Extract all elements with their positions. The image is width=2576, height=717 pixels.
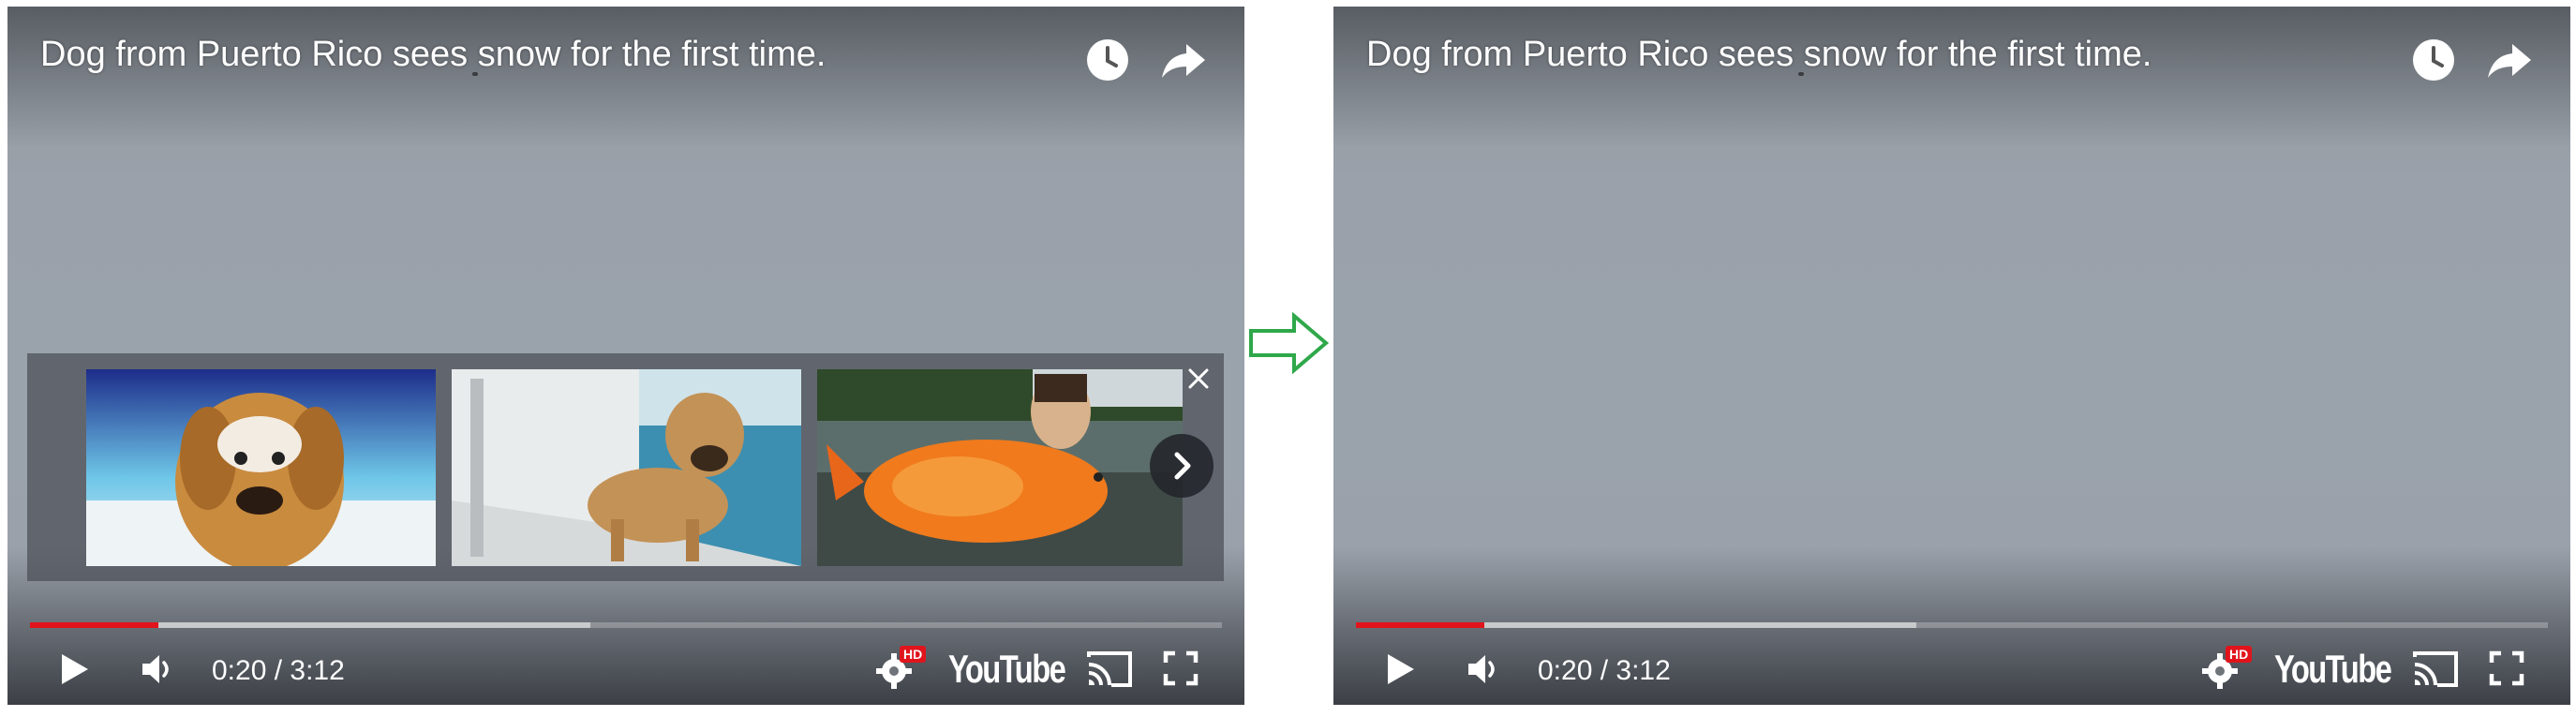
youtube-logo[interactable]: YouTube — [2274, 647, 2392, 692]
suggested-video-thumbnail[interactable] — [452, 369, 801, 566]
progress-bar[interactable] — [30, 622, 1222, 628]
progress-played — [1356, 622, 1485, 628]
volume-icon[interactable] — [139, 650, 176, 688]
hd-badge: HD — [900, 646, 927, 663]
play-icon[interactable] — [1380, 650, 1418, 688]
control-bar: 0:20 / 3:12 HD YouTube — [7, 635, 1244, 700]
youtube-logo[interactable]: YouTube — [948, 647, 1066, 692]
play-icon[interactable] — [54, 650, 92, 688]
close-icon[interactable] — [1184, 365, 1213, 393]
top-gradient — [1333, 7, 2570, 147]
clock-icon[interactable] — [1082, 35, 1133, 85]
fullscreen-icon[interactable] — [2488, 650, 2525, 687]
share-arrow-icon[interactable] — [1158, 35, 1209, 85]
progress-played — [30, 622, 159, 628]
cast-icon[interactable] — [1085, 650, 1134, 689]
share-arrow-icon[interactable] — [2484, 35, 2535, 85]
chevron-right-icon[interactable] — [1150, 434, 1214, 498]
video-player-before[interactable]: Dog from Puerto Rico sees snow for the f… — [7, 7, 1244, 705]
time-display: 0:20 / 3:12 — [212, 655, 345, 686]
video-title[interactable]: Dog from Puerto Rico sees snow for the f… — [40, 35, 826, 75]
suggested-video-thumbnail[interactable] — [86, 369, 436, 566]
suggested-video-thumbnail[interactable] — [817, 369, 1183, 566]
fullscreen-icon[interactable] — [1162, 650, 1199, 687]
suggested-videos-panel — [27, 353, 1224, 581]
top-gradient — [7, 7, 1244, 147]
time-display: 0:20 / 3:12 — [1538, 655, 1671, 686]
progress-bar[interactable] — [1356, 622, 2548, 628]
control-bar: 0:20 / 3:12 HD YouTube — [1333, 635, 2570, 700]
clock-icon[interactable] — [2408, 35, 2459, 85]
video-player-after[interactable]: Dog from Puerto Rico sees snow for the f… — [1333, 7, 2570, 705]
hd-badge: HD — [2226, 646, 2253, 663]
volume-icon[interactable] — [1465, 650, 1502, 688]
cast-icon[interactable] — [2411, 650, 2460, 689]
right-arrow-icon — [1247, 312, 1330, 374]
video-title[interactable]: Dog from Puerto Rico sees snow for the f… — [1366, 35, 2152, 75]
